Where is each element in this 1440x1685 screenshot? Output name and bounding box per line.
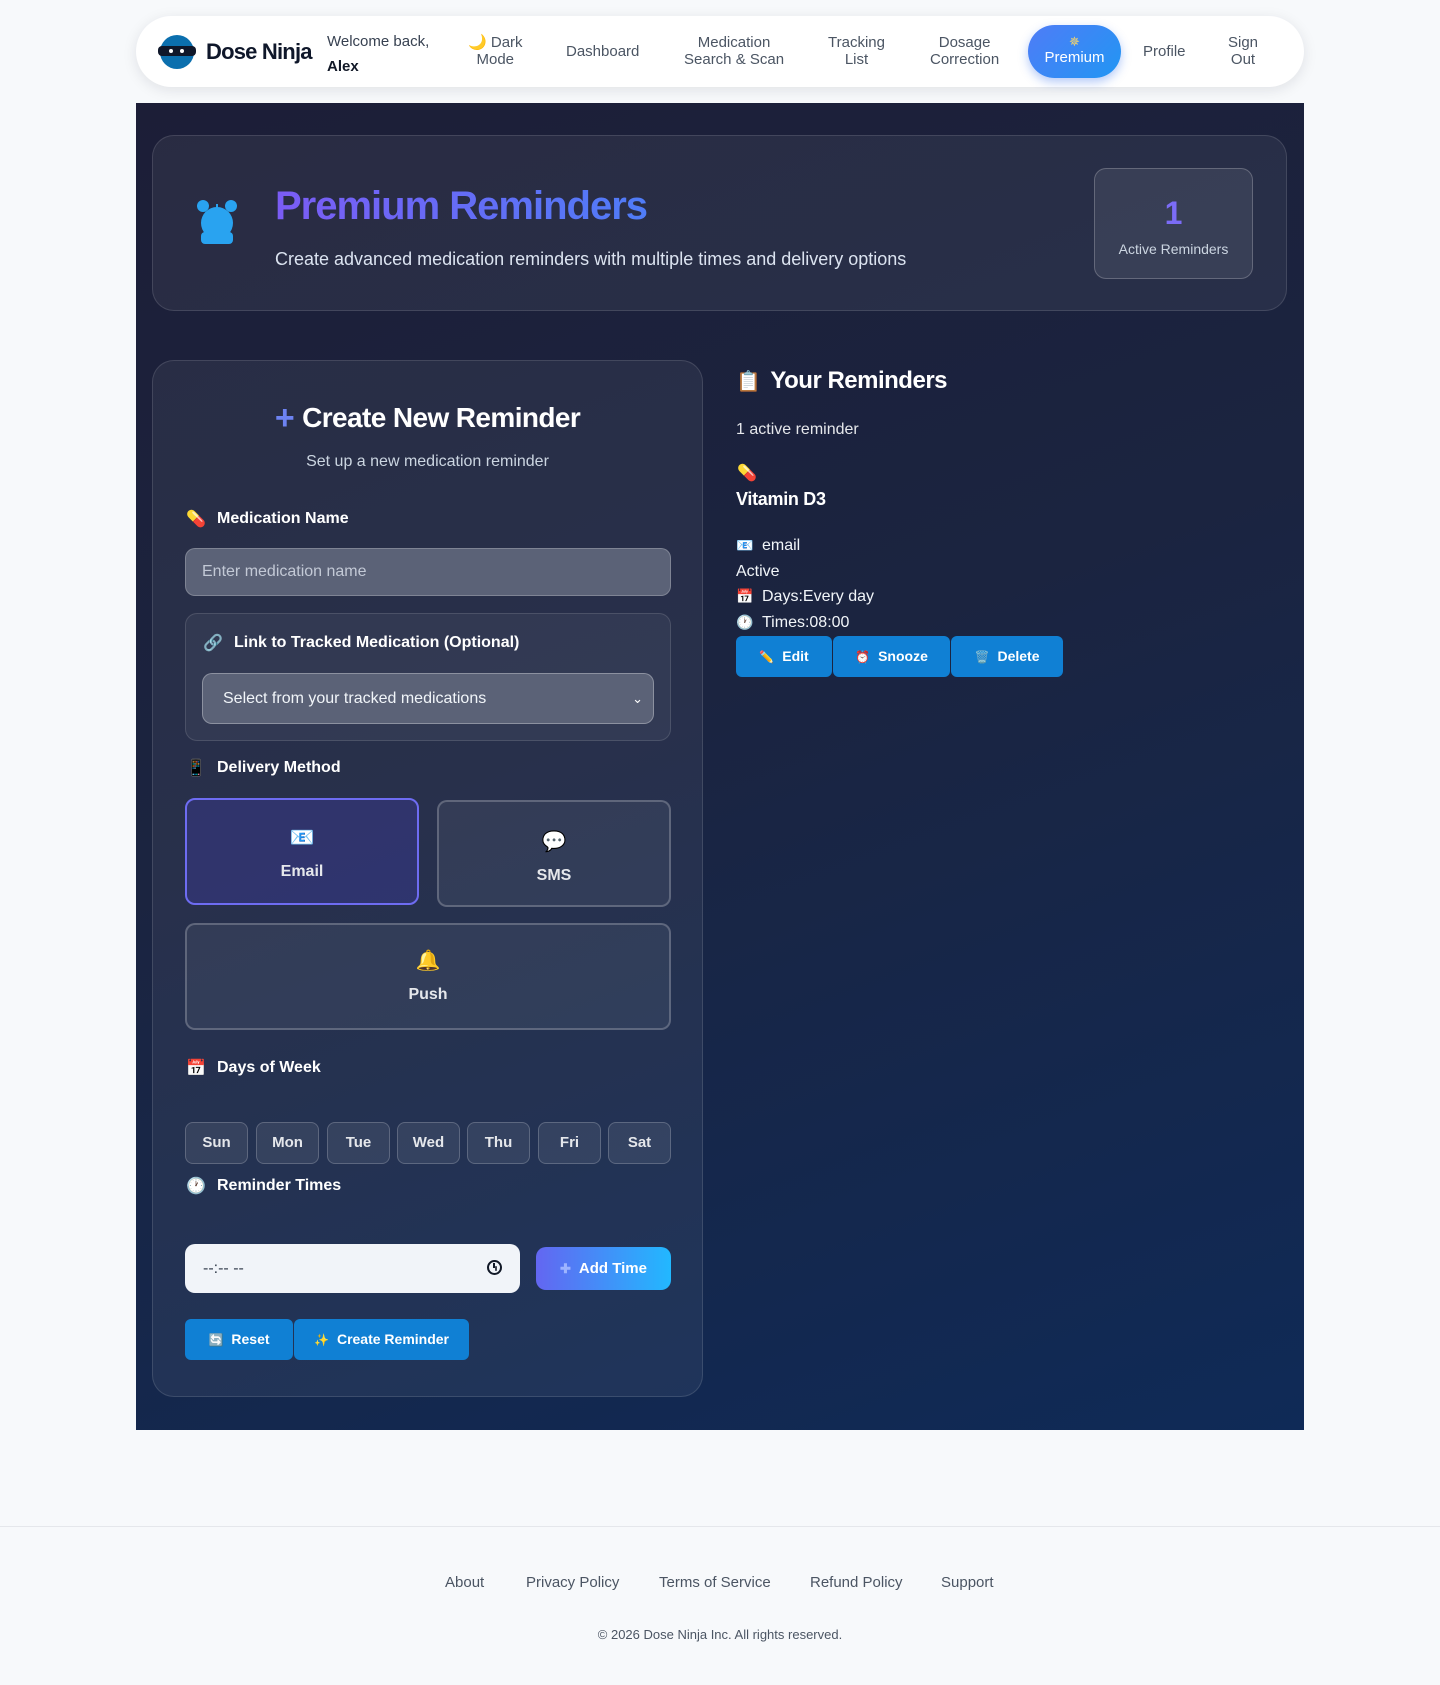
email-icon: 📧 [289, 827, 315, 849]
welcome-greeting: Welcome back, [327, 33, 430, 50]
alarm-clock-icon: ⏰ [855, 650, 871, 664]
active-reminders-stat: 1 Active Reminders [1094, 168, 1253, 279]
link-icon: 🔗 [203, 635, 223, 652]
stat-value: 1 [1164, 195, 1183, 231]
nav-tracking-list[interactable]: Tracking List [828, 34, 885, 68]
nav-sign-out[interactable]: Sign Out [1228, 34, 1258, 68]
nav-medication-search[interactable]: Medication Search & Scan [684, 34, 784, 68]
moon-icon: 🌙 [468, 34, 487, 51]
delete-reminder-button[interactable]: 🗑️ Delete [951, 636, 1063, 677]
alarm-clock-icon [197, 200, 237, 244]
email-icon: 📧 [736, 537, 754, 553]
clock-icon: 🕐 [186, 1178, 206, 1195]
create-reminder-button[interactable]: ✨ Create Reminder [294, 1319, 469, 1360]
day-toggle-sat[interactable]: Sat [608, 1122, 671, 1164]
top-navbar: Dose Ninja Welcome back, Alex 🌙 Dark Mod… [136, 16, 1304, 87]
delivery-option-sms[interactable]: 💬 SMS [437, 800, 671, 907]
days-of-week-label: 📅 Days of Week [186, 1059, 321, 1077]
day-toggle-tue[interactable]: Tue [327, 1122, 390, 1164]
clipboard-icon: 📋 [736, 371, 761, 393]
page-title: Premium Reminders [275, 184, 648, 228]
day-toggle-wed[interactable]: Wed [397, 1122, 460, 1164]
create-reminder-title: + Create New Reminder [274, 399, 581, 437]
brand-logo[interactable]: Dose Ninja [158, 35, 313, 69]
tracked-medication-select[interactable]: Select from your tracked medications ⌄ [202, 673, 654, 724]
reminder-time-input[interactable]: --:-- -- [185, 1244, 520, 1293]
reminder-method: 📧 email [736, 537, 801, 554]
delivery-option-email[interactable]: 📧 Email [185, 798, 419, 905]
day-toggle-fri[interactable]: Fri [538, 1122, 601, 1164]
footer-link-refund[interactable]: Refund Policy [810, 1574, 903, 1591]
sparkle-icon: ✵ [1069, 34, 1080, 49]
footer-link-terms[interactable]: Terms of Service [659, 1574, 771, 1591]
create-reminder-subtitle: Set up a new medication reminder [306, 453, 549, 470]
page-subtitle: Create advanced medication reminders wit… [275, 249, 907, 269]
link-tracked-medication-box: 🔗 Link to Tracked Medication (Optional) … [185, 613, 671, 741]
day-toggle-sun[interactable]: Sun [185, 1122, 248, 1164]
pencil-icon: ✏️ [759, 650, 775, 664]
brand-name: Dose Ninja [206, 39, 313, 64]
footer-link-privacy[interactable]: Privacy Policy [526, 1574, 619, 1591]
premium-hero: Premium Reminders Create advanced medica… [152, 135, 1287, 311]
clock-icon: 🕐 [736, 614, 754, 630]
footer-link-about[interactable]: About [445, 1574, 484, 1591]
delivery-option-push[interactable]: 🔔 Push [185, 923, 671, 1030]
plus-icon: ✚ [560, 1261, 571, 1276]
day-toggle-thu[interactable]: Thu [467, 1122, 530, 1164]
refresh-icon: 🔄 [208, 1333, 224, 1347]
time-picker-icon[interactable] [487, 1260, 502, 1275]
reminder-status: Active [736, 563, 780, 580]
calendar-icon: 📅 [186, 1060, 206, 1077]
nav-dosage-correction[interactable]: Dosage Correction [930, 34, 999, 68]
reset-button[interactable]: 🔄 Reset [185, 1319, 293, 1360]
welcome-username: Alex [327, 58, 359, 75]
chevron-down-icon: ⌄ [632, 691, 643, 706]
ninja-logo-icon [158, 35, 196, 69]
delivery-method-label: 📱 Delivery Method [186, 759, 341, 777]
edit-reminder-button[interactable]: ✏️ Edit [736, 636, 832, 677]
trash-icon: 🗑️ [974, 650, 990, 664]
create-reminder-card: + Create New Reminder Set up a new medica… [152, 360, 703, 1397]
pill-icon: 💊 [737, 465, 757, 482]
reminder-times-label: 🕐 Reminder Times [186, 1177, 342, 1195]
welcome-message: Welcome back, Alex [327, 29, 429, 79]
footer-link-support[interactable]: Support [941, 1574, 994, 1591]
nav-dark-mode[interactable]: 🌙 Dark Mode [468, 34, 523, 68]
reminder-times: 🕐 Times:08:00 [736, 614, 850, 631]
reminder-name: Vitamin D3 [736, 489, 826, 509]
snooze-reminder-button[interactable]: ⏰ Snooze [833, 636, 950, 677]
pill-icon: 💊 [186, 511, 206, 528]
footer-divider [0, 1526, 1440, 1527]
speech-bubble-icon: 💬 [541, 831, 567, 853]
nav-profile[interactable]: Profile [1143, 43, 1186, 60]
link-tracked-label: 🔗 Link to Tracked Medication (Optional) [203, 634, 520, 652]
main-content: Premium Reminders Create advanced medica… [136, 103, 1304, 1430]
bell-icon: 🔔 [415, 950, 441, 972]
reminders-count: 1 active reminder [736, 421, 859, 438]
calendar-icon: 📅 [736, 588, 754, 604]
your-reminders-title: 📋 Your Reminders [736, 367, 948, 394]
nav-dashboard[interactable]: Dashboard [566, 43, 639, 60]
sparkles-icon: ✨ [314, 1333, 329, 1347]
stat-label: Active Reminders [1118, 241, 1229, 257]
add-time-button[interactable]: ✚ Add Time [536, 1247, 671, 1290]
plus-icon: + [274, 399, 295, 437]
day-toggle-mon[interactable]: Mon [256, 1122, 319, 1164]
mobile-phone-icon: 📱 [186, 760, 206, 777]
nav-premium[interactable]: ✵ Premium [1028, 25, 1121, 78]
footer-copyright: © 2026 Dose Ninja Inc. All rights reserv… [597, 1627, 843, 1642]
medication-name-label: 💊 Medication Name [186, 510, 349, 528]
reminder-days: 📅 Days:Every day [736, 588, 875, 605]
medication-name-input[interactable] [185, 548, 671, 596]
